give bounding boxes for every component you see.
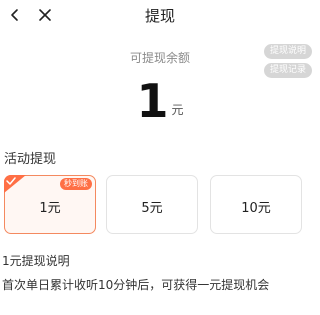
- withdraw-option-1[interactable]: 秒到账 1元: [4, 175, 96, 234]
- top-bar: 提现: [0, 0, 320, 30]
- activity-section-title: 活动提现: [4, 152, 57, 167]
- balance-amount-value: 1: [136, 74, 169, 128]
- withdraw-details-button[interactable]: 提现说明: [264, 44, 312, 59]
- withdraw-option-label: 1元: [39, 201, 61, 216]
- description-text: 首次单日累计收听10分钟后，可获得一元提现机会: [2, 278, 270, 292]
- withdraw-option-5[interactable]: 5元: [106, 175, 198, 234]
- withdraw-page: 提现 可提现余额 提现说明 提现记录 1元 活动提现 秒到账 1元 5元 10元…: [0, 0, 320, 315]
- balance-amount-unit: 元: [171, 103, 184, 117]
- withdraw-option-label: 10元: [241, 201, 271, 216]
- chevron-left-icon: [11, 9, 18, 21]
- close-button[interactable]: [34, 4, 56, 26]
- withdraw-option-label: 5元: [141, 201, 163, 216]
- description-title: 1元提现说明: [2, 254, 70, 268]
- selected-check-icon: [4, 175, 26, 193]
- withdraw-option-10[interactable]: 10元: [210, 175, 302, 234]
- close-icon: [39, 9, 51, 21]
- instant-badge: 秒到账: [60, 178, 92, 190]
- back-button[interactable]: [4, 4, 26, 26]
- balance-amount: 1元: [0, 76, 320, 126]
